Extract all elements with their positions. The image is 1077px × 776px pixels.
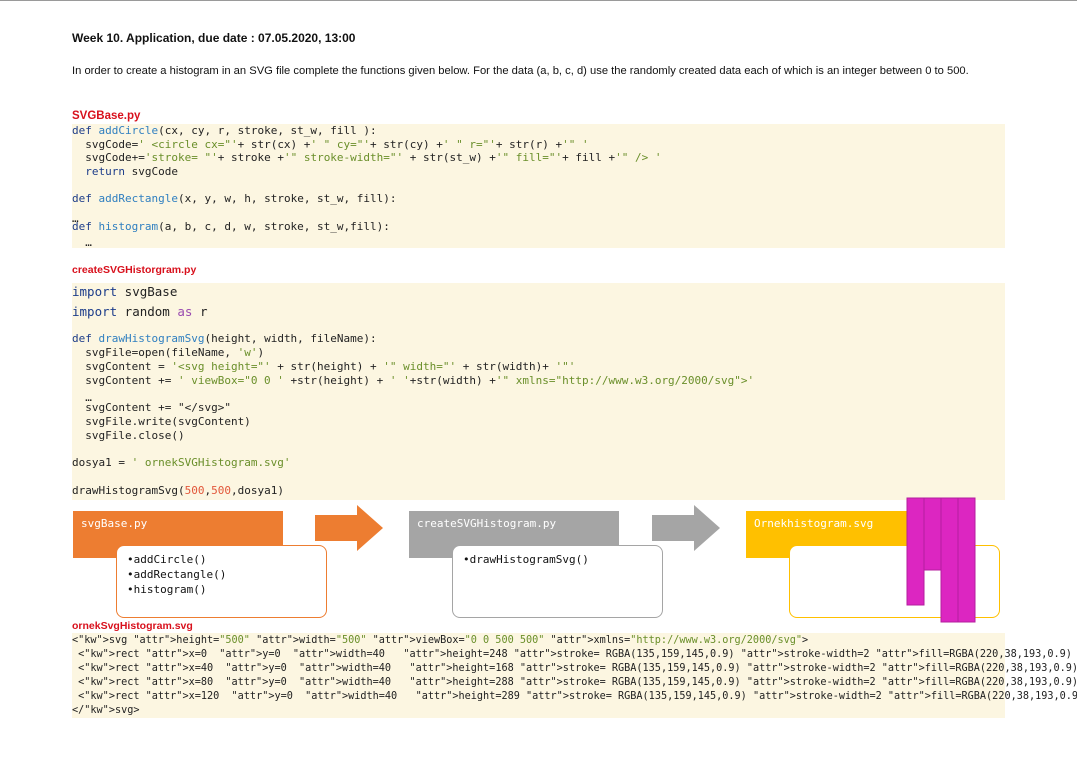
flow-diagram: svgBase.py •addCircle() •addRectangle() … [0,495,1077,630]
code-line: svgCode=' <circle cx="'+ str(cx) +' " cy… [72,137,589,151]
histogram-bar [940,497,959,623]
code-line: svgContent += "</svg>" [72,401,231,414]
intro-paragraph: In order to create a histogram in an SVG… [72,65,969,77]
code-line: svgContent = '<svg height="' + str(heigh… [72,360,576,373]
histogram-bar [957,497,976,623]
section2-filename: createSVGHistorgram.py [72,264,197,276]
code-line: def addRectangle(x, y, w, h, stroke, st_… [72,192,397,205]
section1-filename: SVGBase.py [72,110,141,122]
code-line: return svgCode [85,164,178,178]
code-line: <"kw">rect "attr">x=120 "attr">y=0 "attr… [72,691,1077,702]
code-line: import random as r [72,304,208,319]
function-item: •addRectangle() [127,568,227,581]
histogram-bar [906,497,925,606]
code-line: svgContent += ' viewBox="0 0 ' +str(heig… [72,374,755,387]
code-line: … [72,236,92,249]
section3-code-block: <"kw">svg "attr">height="500" "attr">wid… [72,633,1077,718]
svg-output-box-title: Ornekhistogram.svg [754,517,874,530]
createsvg-box-title: createSVGHistogram.py [417,517,557,530]
svgbase-box-title: svgBase.py [81,517,148,530]
code-line: dosya1 = ' ornekSVGHistogram.svg' [72,456,291,469]
page-title: Week 10. Application, due date : 07.05.2… [72,31,356,45]
section1-code-block: def addCircle(cx, cy, r, stroke, st_w, f… [72,124,1005,249]
code-text: (cx, cy, r, stroke, st_w, fill ): [158,124,377,137]
code-line: svgCode+='stroke= "'+ stroke +'" stroke-… [72,151,662,165]
code-line: svgFile=open(fileName, 'w') [72,346,265,359]
function-item: •histogram() [127,583,207,596]
code-line: def drawHistogramSvg(height, width, file… [72,332,377,345]
gray-arrow-icon [652,505,720,551]
top-rule [0,0,1077,1]
code-line: <"kw">rect "attr">x=40 "attr">y=0 "attr"… [72,663,1077,674]
function-item: •drawHistogramSvg() [463,553,589,566]
code-line: def addCircle(cx, cy, r, stroke, st_w, f… [72,124,377,137]
code-line: svgFile.write(svgContent) [72,415,251,428]
function-item: •addCircle() [127,553,207,566]
createsvg-box-body: •drawHistogramSvg() [452,545,663,618]
svgbase-box-body: •addCircle() •addRectangle() •histogram(… [116,545,327,618]
code-line: <"kw">rect "attr">x=80 "attr">y=0 "attr"… [72,677,1077,688]
code-line: <"kw">svg "attr">height="500" "attr">wid… [72,635,809,646]
histogram-bar [923,497,942,571]
orange-arrow-icon [315,505,383,551]
section3-filename: ornekSvgHistogram.svg [72,620,193,632]
code-line: svgFile.close() [72,429,185,442]
code-line: def histogram(a, b, c, d, w, stroke, st_… [72,220,390,233]
code-line: import svgBase [72,284,178,299]
code-line: <"kw">rect "attr">x=0 "attr">y=0 "attr">… [72,649,1077,660]
section2-code-block: import svgBase import random as r def dr… [72,283,1005,500]
code-line: </"kw">svg> [72,705,140,716]
histogram-preview [906,497,976,623]
